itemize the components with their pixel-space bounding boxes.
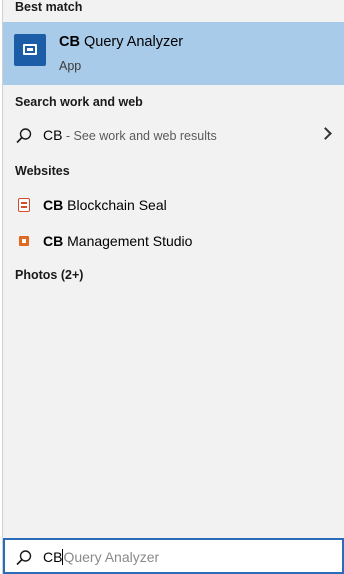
search-icon <box>15 549 33 572</box>
start-search-panel: Best match CB Query Analyzer App Search … <box>3 0 344 574</box>
best-match-type: App <box>59 59 82 73</box>
blockchain-seal-favicon-icon <box>18 198 30 212</box>
websites-heading: Websites <box>15 164 70 178</box>
search-work-web-heading: Search work and web <box>15 95 143 109</box>
website-item-blockchain-seal[interactable]: CB Blockchain Seal <box>3 189 344 223</box>
management-studio-favicon-icon <box>19 236 29 246</box>
chevron-right-icon[interactable] <box>319 127 332 140</box>
query-analyzer-app-icon <box>14 34 46 66</box>
web-search-label: CB - See work and web results <box>43 127 217 143</box>
photos-heading[interactable]: Photos (2+) <box>15 268 83 282</box>
best-match-heading: Best match <box>15 0 83 14</box>
website-item-management-studio[interactable]: CB Management Studio <box>3 225 344 259</box>
best-match-result[interactable]: CB Query Analyzer App <box>3 22 344 85</box>
search-input[interactable]: CBQuery Analyzer <box>3 538 344 574</box>
best-match-title: CB Query Analyzer <box>59 34 184 50</box>
search-input-text: CBQuery Analyzer <box>43 549 160 565</box>
web-search-result[interactable]: CB - See work and web results <box>3 119 344 153</box>
search-icon <box>15 127 33 145</box>
website-label: CB Blockchain Seal <box>43 197 167 213</box>
website-label: CB Management Studio <box>43 233 193 249</box>
